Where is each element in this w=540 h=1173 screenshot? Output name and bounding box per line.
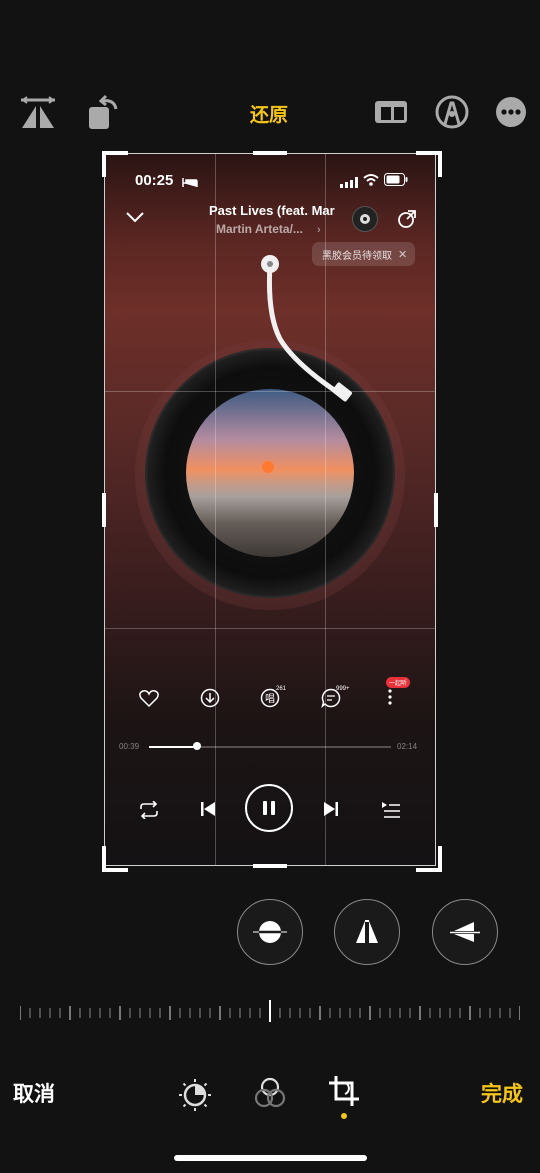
- song-title[interactable]: Past Lives (feat. Mar: [209, 203, 335, 218]
- crop-canvas[interactable]: 00:25 Past Lives (feat. Mar Martin Artet…: [105, 154, 435, 865]
- crop-grid-line: [215, 154, 216, 865]
- listen-together-badge: 一起听: [386, 677, 411, 688]
- sleep-icon: [182, 175, 198, 193]
- straighten-icon: [253, 921, 287, 943]
- comment-count: 999+: [336, 686, 350, 692]
- share-icon[interactable]: [397, 209, 417, 234]
- chevron-right-icon: ›: [317, 224, 321, 236]
- flip-horizontal-icon[interactable]: [18, 92, 58, 132]
- crop-handle-right[interactable]: [434, 493, 438, 527]
- tonearm: [261, 255, 352, 402]
- cancel-button[interactable]: 取消: [13, 1078, 55, 1108]
- progress-knob[interactable]: [193, 742, 202, 750]
- crop-handle-top[interactable]: [253, 151, 287, 155]
- vertical-perspective-icon: [356, 920, 378, 943]
- markup-icon[interactable]: [432, 92, 472, 132]
- chevron-down-icon[interactable]: [125, 210, 145, 228]
- crop-handle-top-left[interactable]: [102, 151, 128, 177]
- horizontal-perspective-icon: [450, 922, 480, 942]
- crop-grid-line: [105, 628, 435, 629]
- wifi-icon: [363, 173, 379, 191]
- pause-icon: [263, 801, 275, 815]
- repeat-icon[interactable]: [138, 800, 160, 824]
- progress-track[interactable]: [149, 746, 391, 748]
- crop-handle-bottom-left[interactable]: [102, 846, 128, 872]
- heart-icon[interactable]: [139, 689, 159, 712]
- playlist-icon[interactable]: [381, 801, 401, 824]
- status-time: 00:25: [135, 172, 174, 189]
- crop-handle-bottom[interactable]: [253, 864, 287, 868]
- pause-button[interactable]: [245, 784, 293, 832]
- crop-handle-left[interactable]: [102, 493, 106, 527]
- straighten-button[interactable]: [237, 899, 303, 965]
- restore-button[interactable]: 还原: [250, 100, 288, 127]
- adjust-icon[interactable]: [178, 1078, 212, 1117]
- crop-icon[interactable]: [327, 1074, 361, 1115]
- more-vertical-icon[interactable]: [388, 689, 392, 710]
- battery-icon: [384, 173, 408, 191]
- download-icon[interactable]: [200, 688, 220, 713]
- done-button[interactable]: 完成: [481, 1078, 523, 1108]
- active-mode-indicator: [341, 1113, 347, 1119]
- elapsed-time: 00:39: [119, 742, 140, 751]
- album-art: [186, 389, 354, 557]
- svg-text:唱: 唱: [265, 693, 275, 705]
- vertical-perspective-button[interactable]: [334, 899, 400, 965]
- crop-handle-top-right[interactable]: [416, 151, 442, 177]
- sing-count: 261: [276, 686, 287, 692]
- rotate-icon[interactable]: [84, 92, 124, 132]
- duration-time: 02:14: [397, 742, 418, 751]
- rotation-dial[interactable]: [19, 1000, 521, 1030]
- previous-icon[interactable]: [200, 801, 216, 822]
- horizontal-perspective-button[interactable]: [432, 899, 498, 965]
- song-artist[interactable]: Martin Arteta/...: [216, 222, 303, 236]
- more-icon[interactable]: [491, 92, 531, 132]
- signal-icon: [340, 175, 358, 193]
- home-indicator: [174, 1155, 367, 1161]
- filters-icon[interactable]: [253, 1076, 287, 1115]
- crop-grid-line: [105, 391, 435, 392]
- avatar[interactable]: [352, 206, 378, 232]
- crop-grid-line: [325, 154, 326, 865]
- aspect-ratio-icon[interactable]: [371, 92, 411, 132]
- crop-handle-bottom-right[interactable]: [416, 846, 442, 872]
- close-icon[interactable]: ✕: [398, 248, 407, 261]
